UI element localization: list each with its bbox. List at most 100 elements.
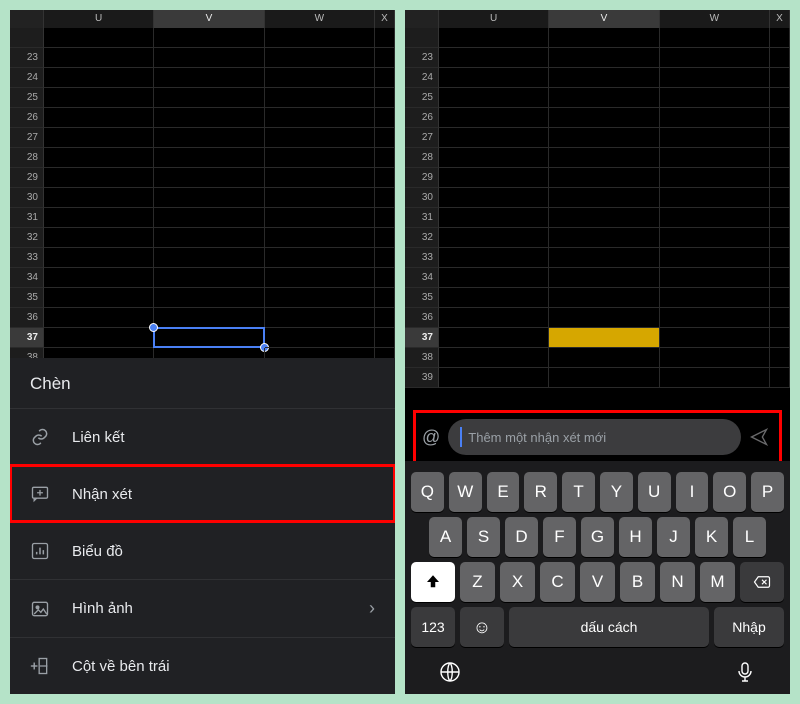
row-header[interactable]: 27 <box>405 128 439 148</box>
insert-link[interactable]: Liên kết <box>10 408 395 465</box>
cell[interactable] <box>44 148 154 168</box>
cell[interactable] <box>549 88 659 108</box>
cell[interactable] <box>154 168 264 188</box>
cell[interactable] <box>265 188 375 208</box>
row-header[interactable]: 33 <box>405 248 439 268</box>
col-header[interactable]: W <box>660 10 770 28</box>
cell[interactable] <box>265 168 375 188</box>
cell[interactable] <box>265 328 375 348</box>
cell[interactable] <box>660 88 770 108</box>
cell[interactable] <box>375 308 395 328</box>
cell[interactable] <box>770 108 790 128</box>
cell[interactable] <box>549 148 659 168</box>
col-header[interactable]: U <box>439 10 549 28</box>
cell[interactable] <box>375 328 395 348</box>
row-header[interactable]: 37 <box>10 328 44 348</box>
cell[interactable] <box>549 268 659 288</box>
cell[interactable] <box>660 68 770 88</box>
row-header[interactable]: 30 <box>405 188 439 208</box>
cell[interactable] <box>439 368 549 388</box>
row-header[interactable]: 25 <box>10 88 44 108</box>
key-e[interactable]: E <box>487 472 520 512</box>
cell[interactable] <box>265 108 375 128</box>
cell[interactable] <box>549 348 659 368</box>
row-header[interactable]: 27 <box>10 128 44 148</box>
cell[interactable] <box>770 168 790 188</box>
cell[interactable] <box>549 368 659 388</box>
cell[interactable] <box>265 288 375 308</box>
row-header[interactable]: 38 <box>405 348 439 368</box>
cell[interactable] <box>44 48 154 68</box>
cell[interactable] <box>439 128 549 148</box>
cell[interactable] <box>439 288 549 308</box>
key-y[interactable]: Y <box>600 472 633 512</box>
cell[interactable] <box>44 328 154 348</box>
row-header[interactable]: 24 <box>405 68 439 88</box>
cell[interactable] <box>154 88 264 108</box>
emoji-key[interactable]: ☺ <box>460 607 504 647</box>
row-header[interactable]: 31 <box>405 208 439 228</box>
key-w[interactable]: W <box>449 472 482 512</box>
col-header[interactable]: X <box>375 10 395 28</box>
cell[interactable] <box>660 128 770 148</box>
cell[interactable] <box>375 48 395 68</box>
cell[interactable] <box>44 228 154 248</box>
cell[interactable] <box>439 28 549 48</box>
cell[interactable] <box>770 248 790 268</box>
key-l[interactable]: L <box>733 517 766 557</box>
globe-icon[interactable] <box>438 660 462 684</box>
cell[interactable] <box>44 28 154 48</box>
shift-key[interactable] <box>411 562 455 602</box>
cell[interactable] <box>265 148 375 168</box>
cell[interactable] <box>439 348 549 368</box>
cell[interactable] <box>549 168 659 188</box>
row-header[interactable]: 35 <box>10 288 44 308</box>
key-f[interactable]: F <box>543 517 576 557</box>
row-header[interactable]: 32 <box>10 228 44 248</box>
key-m[interactable]: M <box>700 562 735 602</box>
cell[interactable] <box>154 288 264 308</box>
cell[interactable] <box>44 68 154 88</box>
row-header[interactable]: 36 <box>405 308 439 328</box>
key-i[interactable]: I <box>676 472 709 512</box>
cell[interactable] <box>770 48 790 68</box>
cell[interactable] <box>660 348 770 368</box>
row-header[interactable]: 34 <box>405 268 439 288</box>
row-header[interactable]: 31 <box>10 208 44 228</box>
cell[interactable] <box>265 268 375 288</box>
cell[interactable] <box>375 188 395 208</box>
cell[interactable] <box>154 28 264 48</box>
cell[interactable] <box>770 28 790 48</box>
key-b[interactable]: B <box>620 562 655 602</box>
cell[interactable] <box>660 28 770 48</box>
cell[interactable] <box>660 188 770 208</box>
cell[interactable] <box>439 188 549 208</box>
comment-input[interactable]: Thêm một nhận xét mới <box>448 419 741 455</box>
cell[interactable] <box>770 288 790 308</box>
cell[interactable] <box>549 328 659 348</box>
cell[interactable] <box>375 208 395 228</box>
cell[interactable] <box>660 48 770 68</box>
row-header[interactable]: 25 <box>405 88 439 108</box>
row-header[interactable]: 30 <box>10 188 44 208</box>
cell[interactable] <box>439 268 549 288</box>
insert-comment[interactable]: Nhận xét <box>10 465 395 522</box>
cell[interactable] <box>770 68 790 88</box>
key-o[interactable]: O <box>713 472 746 512</box>
cell[interactable] <box>439 108 549 128</box>
cell[interactable] <box>265 208 375 228</box>
cell[interactable] <box>44 208 154 228</box>
row-header[interactable] <box>405 28 439 48</box>
key-a[interactable]: A <box>429 517 462 557</box>
col-header[interactable]: X <box>770 10 790 28</box>
send-icon[interactable] <box>749 427 773 447</box>
spreadsheet-grid[interactable]: 23242526272829303132333435363738 <box>10 28 395 368</box>
cell[interactable] <box>375 68 395 88</box>
cell[interactable] <box>44 108 154 128</box>
row-header[interactable]: 39 <box>405 368 439 388</box>
cell[interactable] <box>439 248 549 268</box>
insert-column-left[interactable]: Cột về bên trái <box>10 637 395 694</box>
cell[interactable] <box>375 248 395 268</box>
cell[interactable] <box>154 68 264 88</box>
col-header-selected[interactable]: V <box>549 10 659 28</box>
